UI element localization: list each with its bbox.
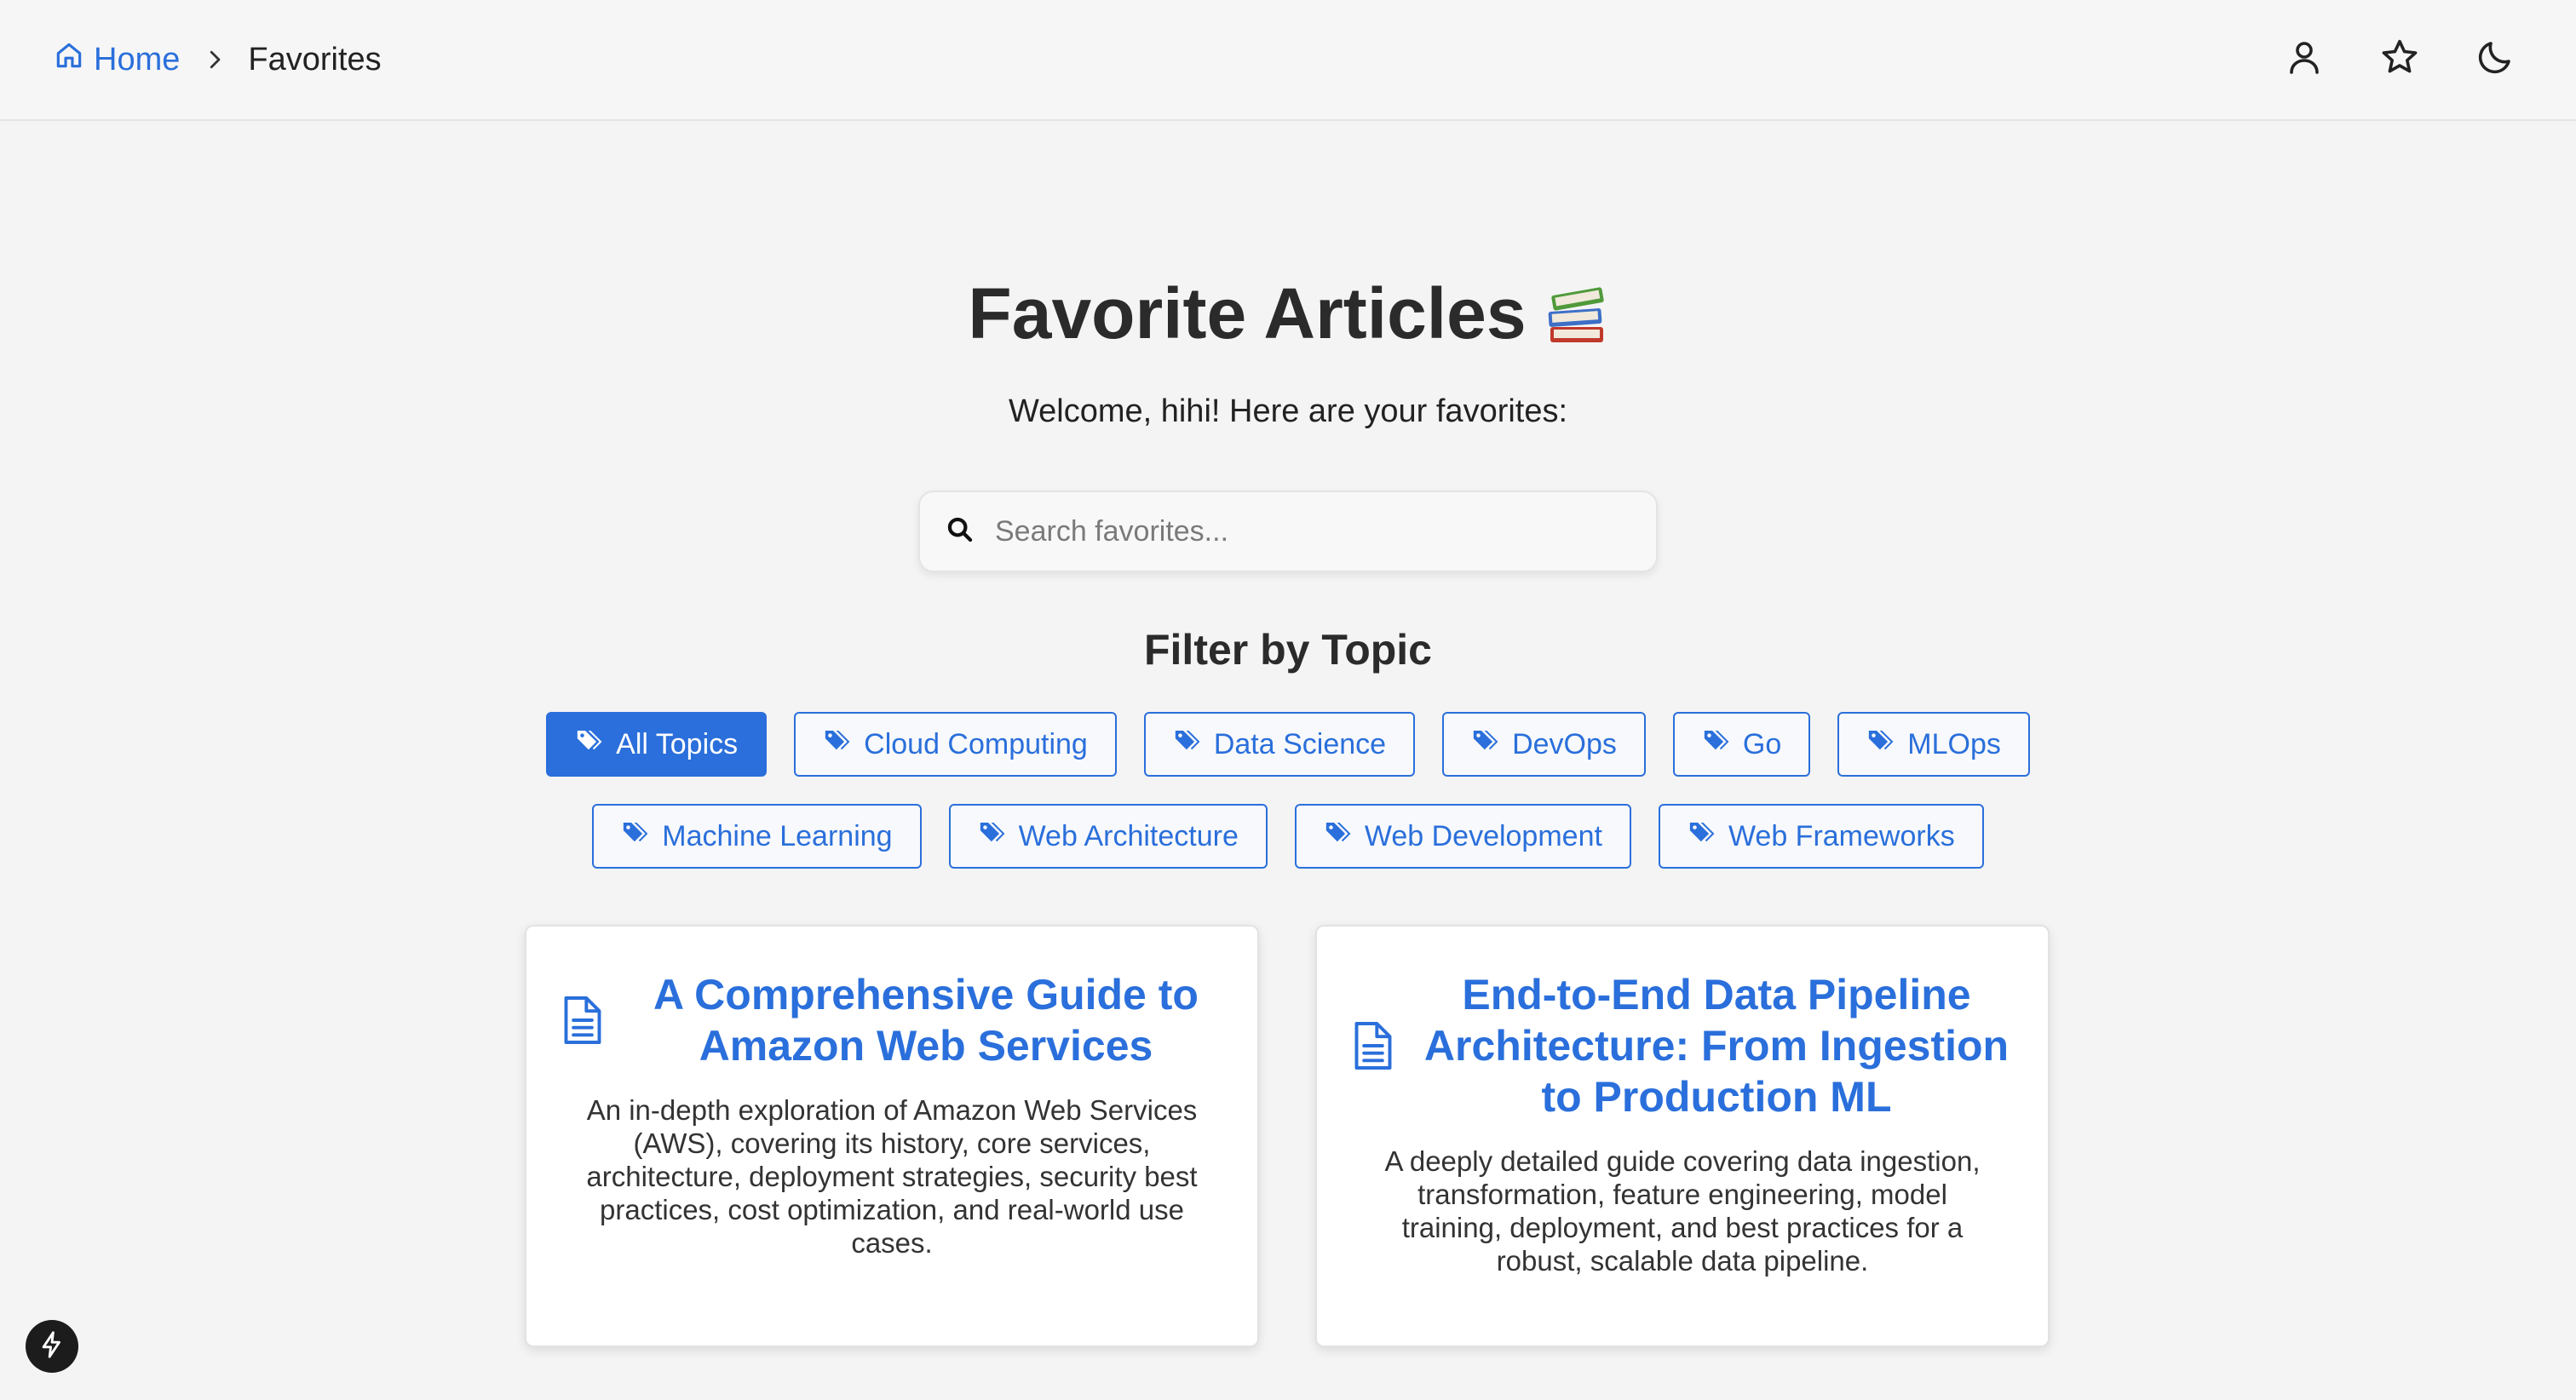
article-description-line: (AWS), covering its history, core servic… (633, 1127, 1151, 1159)
topic-chip-label: MLOps (1907, 727, 2001, 760)
article-card-header: A Comprehensive Guide to Amazon Web Serv… (561, 969, 1223, 1071)
search-box (918, 491, 1658, 572)
article-title-line: A Comprehensive Guide to (653, 971, 1199, 1018)
article-title-line: Architecture: From Ingestion (1423, 1022, 2010, 1070)
tag-icon (1471, 726, 1512, 763)
dev-tools-button[interactable] (26, 1320, 78, 1373)
header-actions (2283, 34, 2516, 83)
topic-chip-label: All Topics (616, 727, 739, 760)
topic-filter-row-1: All Topics Cloud Computing Data Science … (0, 712, 2576, 777)
tag-icon (621, 818, 662, 855)
filter-title: Filter by Topic (1144, 626, 1432, 674)
bolt-icon (37, 1330, 66, 1363)
article-title-line: End-to-End Data Pipeline (1462, 971, 1971, 1018)
tag-icon (1173, 726, 1214, 763)
article-card-aws[interactable]: A Comprehensive Guide to Amazon Web Serv… (525, 925, 1259, 1347)
topic-chip-all-topics[interactable]: All Topics (546, 712, 768, 777)
article-description-line: architecture, deployment strategies, sec… (586, 1161, 1198, 1192)
theme-toggle-button[interactable] (2474, 34, 2516, 83)
topic-chip-web-development[interactable]: Web Development (1294, 804, 1631, 869)
search-icon (920, 515, 995, 548)
page-title: Favorite Articles (968, 273, 1607, 355)
topic-chip-web-architecture[interactable]: Web Architecture (948, 804, 1268, 869)
document-icon (1351, 1019, 1395, 1072)
top-bar: Home Favorites (0, 0, 2576, 121)
search-input[interactable] (995, 497, 1656, 565)
article-title-line: to Production ML (1541, 1073, 1892, 1121)
article-description-line: transformation, feature engineering, mod… (1417, 1179, 1947, 1210)
tag-icon (978, 818, 1019, 855)
article-description: An in-depth exploration of Amazon Web Se… (569, 1093, 1215, 1259)
topic-chip-mlops[interactable]: MLOps (1837, 712, 2030, 777)
topic-chip-label: Web Development (1364, 819, 1602, 852)
profile-button[interactable] (2283, 34, 2326, 83)
topic-chip-label: Web Architecture (1018, 819, 1239, 852)
breadcrumb-current: Favorites (248, 41, 382, 77)
article-description-line: practices, cost optimization, and real-w… (600, 1194, 1184, 1225)
breadcrumb-home-link[interactable]: Home (53, 39, 180, 80)
tag-icon (1702, 726, 1743, 763)
topic-chip-label: Web Frameworks (1728, 819, 1955, 852)
topic-chip-label: Machine Learning (662, 819, 893, 852)
tag-icon (1688, 818, 1728, 855)
breadcrumb-home-label: Home (94, 41, 181, 77)
article-card-header: End-to-End Data Pipeline Architecture: F… (1351, 969, 2014, 1122)
moon-icon (2475, 37, 2516, 82)
star-icon (2379, 37, 2420, 82)
document-icon (561, 994, 605, 1047)
tag-icon (1866, 726, 1907, 763)
article-title-line: Amazon Web Services (699, 1022, 1153, 1070)
article-description-line: A deeply detailed guide covering data in… (1384, 1145, 1981, 1177)
article-title[interactable]: End-to-End Data Pipeline Architecture: F… (1419, 969, 2014, 1122)
tag-icon (823, 726, 864, 763)
topic-chip-web-frameworks[interactable]: Web Frameworks (1658, 804, 1984, 869)
article-description: A deeply detailed guide covering data in… (1360, 1145, 2005, 1277)
topic-chip-label: Cloud Computing (864, 727, 1088, 760)
page-title-text: Favorite Articles (968, 273, 1527, 353)
user-icon (2284, 37, 2325, 82)
article-description-line: training, deployment, and best practices… (1401, 1212, 1964, 1243)
topic-chip-devops[interactable]: DevOps (1442, 712, 1646, 777)
topic-chip-go[interactable]: Go (1672, 712, 1811, 777)
tag-icon (1324, 818, 1365, 855)
article-description-line: robust, scalable data pipeline. (1496, 1245, 1869, 1277)
topic-chip-data-science[interactable]: Data Science (1143, 712, 1416, 777)
article-title[interactable]: A Comprehensive Guide to Amazon Web Serv… (629, 969, 1223, 1071)
article-description-line: cases. (851, 1227, 933, 1259)
page-title-wrap: Favorite Articles (0, 273, 2576, 355)
favorites-button[interactable] (2378, 34, 2421, 83)
topic-chip-cloud-computing[interactable]: Cloud Computing (794, 712, 1117, 777)
welcome-message: Welcome, hihi! Here are your favorites: (1008, 393, 1568, 429)
chevron-right-icon (202, 47, 227, 72)
topic-filter-row-2: Machine Learning Web Architecture Web De… (0, 804, 2576, 869)
home-icon (53, 39, 94, 80)
article-card-data-pipeline[interactable]: End-to-End Data Pipeline Architecture: F… (1315, 925, 2050, 1347)
topic-chip-machine-learning[interactable]: Machine Learning (592, 804, 922, 869)
topic-chip-label: DevOps (1512, 727, 1617, 760)
books-icon (1545, 281, 1608, 347)
article-description-line: An in-depth exploration of Amazon Web Se… (586, 1094, 1198, 1126)
topic-chip-label: Data Science (1213, 727, 1387, 760)
breadcrumb: Home Favorites (53, 37, 382, 82)
tag-icon (575, 726, 616, 763)
topic-chip-label: Go (1742, 727, 1782, 760)
